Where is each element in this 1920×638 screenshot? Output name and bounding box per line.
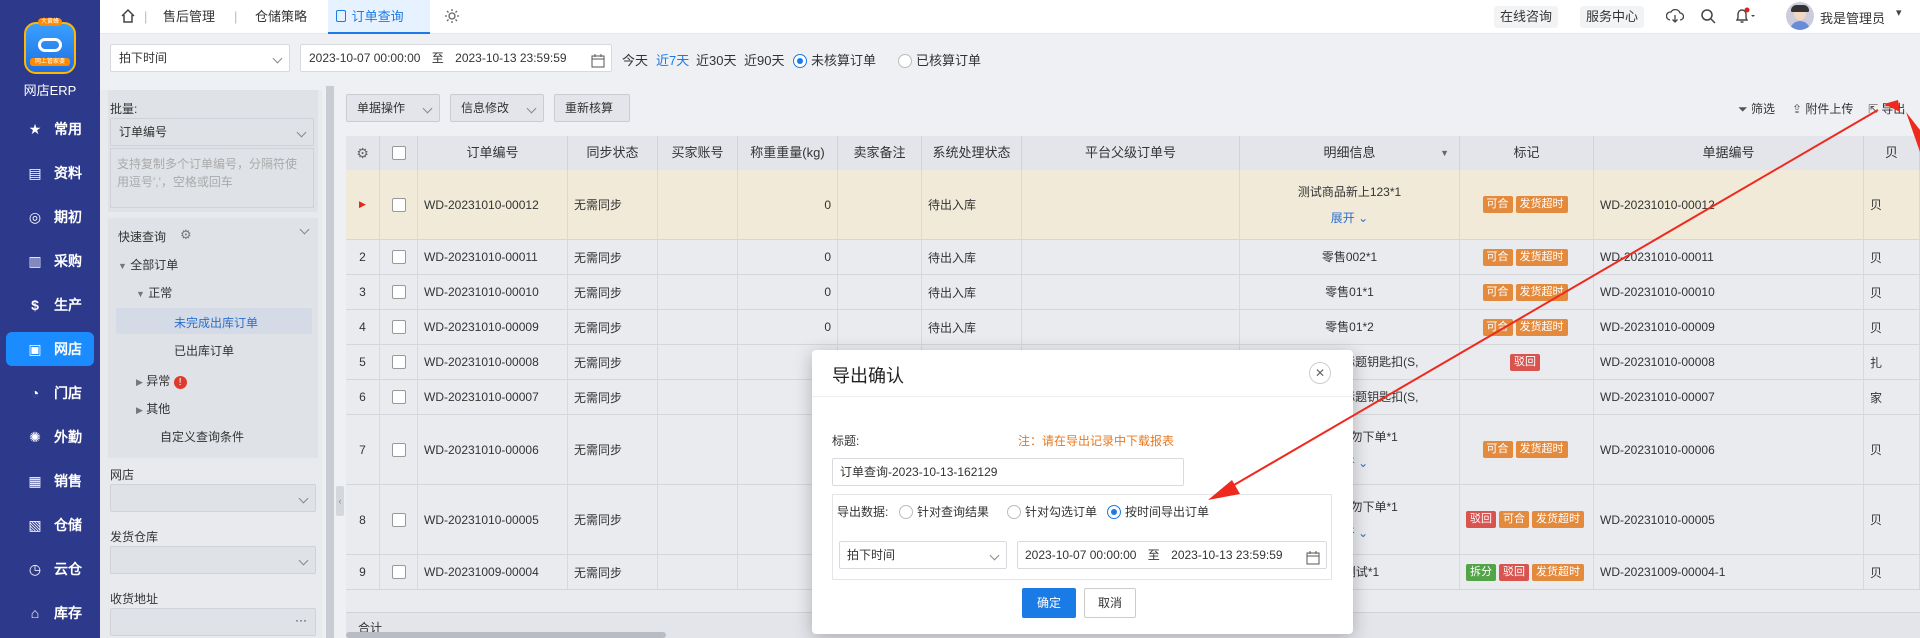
- annotation-arrow-edge-head: [1906, 112, 1920, 152]
- annotation-arrows: [1208, 100, 1920, 500]
- annotation-arrow-top-head: [1884, 100, 1900, 112]
- annotation-arrow-line: [1221, 109, 1879, 493]
- annotation-arrow-head: [1208, 480, 1240, 500]
